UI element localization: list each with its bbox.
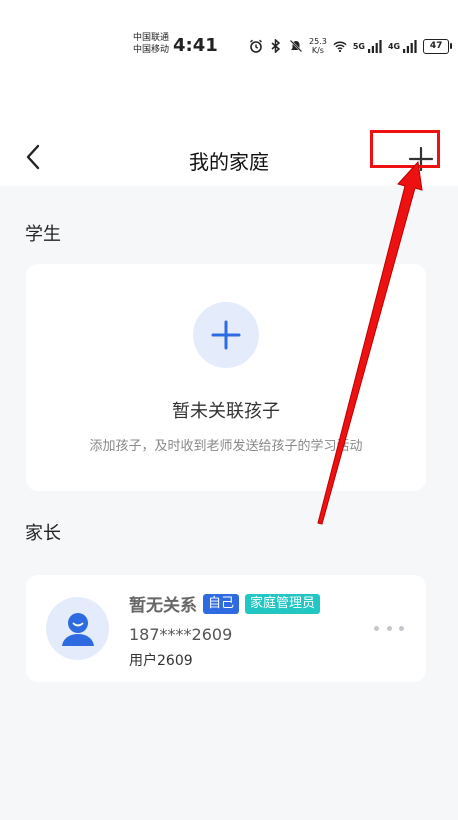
more-dots-icon	[399, 625, 404, 631]
empty-state-description: 添加孩子，及时收到老师发送给孩子的学习活动	[89, 439, 363, 454]
annotation-highlight-box	[370, 130, 440, 168]
speed-unit: K/s	[311, 46, 324, 55]
network-type-1: 5G	[352, 41, 365, 51]
parents-section-title: 家长	[25, 523, 61, 544]
admin-badge: 家庭管理员	[245, 593, 321, 614]
carrier-1: 中国联通	[133, 33, 170, 43]
avatar	[46, 597, 109, 660]
more-dots-icon	[386, 625, 392, 631]
carrier-2: 中国移动	[133, 45, 170, 55]
self-badge: 自己	[203, 593, 240, 614]
plus-icon	[211, 320, 241, 350]
parent-username: 用户2609	[129, 653, 193, 669]
battery-icon: 47	[423, 38, 453, 54]
clock: 4:41	[173, 35, 218, 56]
carrier-labels: 中国联通 中国移动	[133, 32, 169, 56]
user-icon	[61, 612, 94, 646]
mute-icon	[289, 39, 303, 53]
network-type-2: 4G	[387, 41, 401, 51]
signal-icon-2	[403, 39, 417, 53]
parent-relation: 暂无关系	[129, 596, 197, 616]
parent-name-row: 暂无关系 自己 家庭管理员	[129, 591, 321, 616]
status-icons: 25.3 K/s 5G 4G 47	[249, 36, 453, 56]
more-options-button[interactable]	[374, 620, 404, 636]
more-dots-icon	[374, 625, 379, 631]
speed-value: 25.3	[309, 37, 327, 46]
network-speed: 25.3 K/s	[309, 37, 327, 55]
parent-phone: 187****2609	[129, 625, 233, 644]
parent-list-item[interactable]: 暂无关系 自己 家庭管理员 187****2609 用户2609	[26, 575, 426, 682]
wifi-icon	[333, 39, 347, 53]
add-child-button[interactable]	[193, 302, 259, 368]
alarm-icon	[249, 39, 263, 53]
empty-state-title: 暂未关联孩子	[172, 401, 280, 422]
signal-icon	[367, 39, 382, 53]
bluetooth-icon	[269, 39, 283, 53]
status-bar: 中国联通 中国移动 4:41 25.3 K/s 5G 4G 47	[0, 0, 458, 90]
student-empty-card: 暂未关联孩子 添加孩子，及时收到老师发送给孩子的学习活动	[26, 264, 426, 491]
students-section-title: 学生	[25, 224, 61, 245]
